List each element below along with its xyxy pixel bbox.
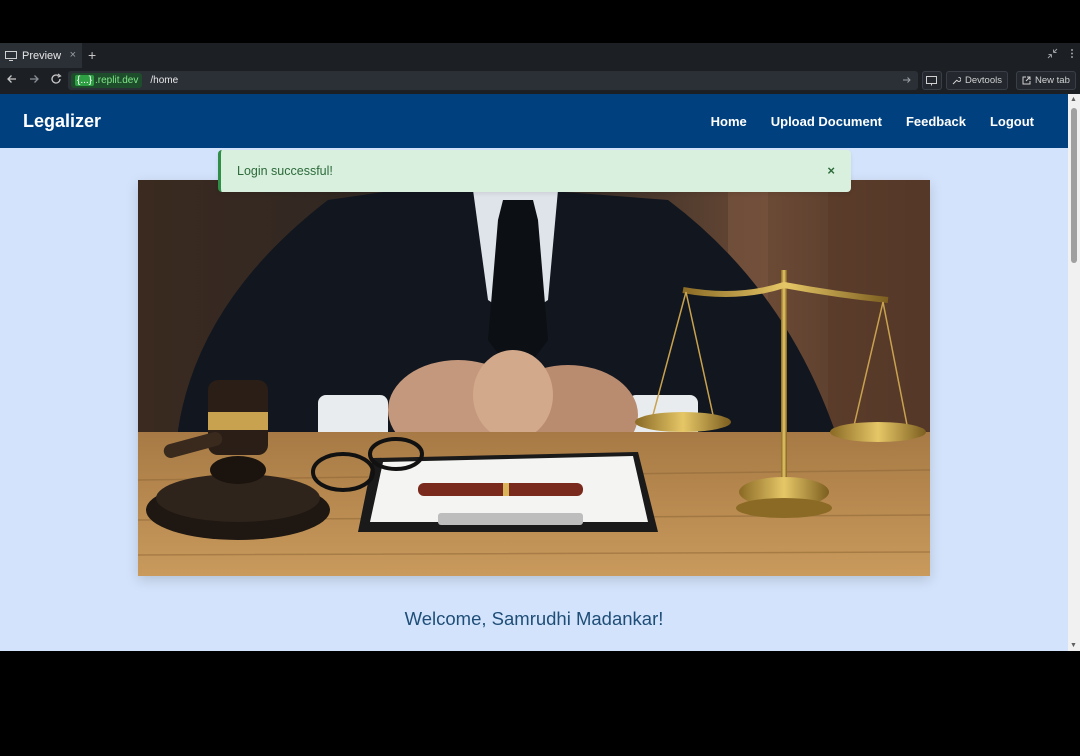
browser-urlbar: {...} .replit.dev /home Devtools New tab xyxy=(0,68,1080,94)
browser-tabbar: Preview × + xyxy=(0,43,1080,68)
page-scrollbar[interactable]: ▲ ▼ xyxy=(1068,94,1080,651)
host-name: .replit.dev xyxy=(95,75,139,86)
collapse-icon[interactable] xyxy=(1047,48,1058,59)
host-badge: {...} .replit.dev xyxy=(71,73,143,88)
screen-button[interactable] xyxy=(922,71,942,90)
go-arrow-icon[interactable] xyxy=(902,75,912,85)
nav-home[interactable]: Home xyxy=(711,114,747,129)
login-success-alert: Login successful! × xyxy=(218,150,851,192)
reload-icon[interactable] xyxy=(50,73,62,85)
app-navbar: Legalizer Home Upload Document Feedback … xyxy=(0,94,1068,148)
hero-image xyxy=(138,180,930,576)
tab-close-icon[interactable]: × xyxy=(70,49,76,61)
address-bar[interactable]: {...} .replit.dev /home xyxy=(68,71,918,90)
scroll-up-icon[interactable]: ▲ xyxy=(1070,96,1077,103)
host-prefix: {...} xyxy=(75,75,95,86)
new-tab-button[interactable]: New tab xyxy=(1016,71,1076,90)
back-arrow-icon[interactable] xyxy=(6,73,18,85)
new-tab-label: New tab xyxy=(1035,75,1070,86)
screen-icon xyxy=(926,75,937,85)
nav-feedback[interactable]: Feedback xyxy=(906,114,966,129)
monitor-icon xyxy=(5,50,17,61)
page-viewport: Legalizer Home Upload Document Feedback … xyxy=(0,94,1068,651)
alert-message: Login successful! xyxy=(237,164,333,178)
nav-logout[interactable]: Logout xyxy=(990,114,1034,129)
scroll-down-icon[interactable]: ▼ xyxy=(1070,642,1077,649)
external-link-icon xyxy=(1022,76,1031,85)
more-options-icon[interactable] xyxy=(1070,48,1074,59)
welcome-heading: Welcome, Samrudhi Madankar! xyxy=(404,608,664,629)
screen-bottom-border xyxy=(0,651,1080,756)
nav-upload-document[interactable]: Upload Document xyxy=(771,114,882,129)
devtools-label: Devtools xyxy=(965,75,1002,86)
devtools-button[interactable]: Devtools xyxy=(946,71,1008,90)
nav-links: Home Upload Document Feedback Logout xyxy=(711,114,1034,129)
brand-logo[interactable]: Legalizer xyxy=(23,111,101,132)
alert-close-icon[interactable]: × xyxy=(827,163,835,178)
scroll-thumb[interactable] xyxy=(1071,108,1077,263)
wrench-icon xyxy=(952,76,961,85)
tab-preview[interactable]: Preview × xyxy=(0,43,82,68)
url-path: /home xyxy=(150,75,179,86)
screen-top-border xyxy=(0,0,1080,43)
tab-label: Preview xyxy=(22,49,62,62)
lawyer-desk-illustration xyxy=(138,180,930,576)
forward-arrow-icon[interactable] xyxy=(28,73,40,85)
new-tab-plus-button[interactable]: + xyxy=(88,47,96,63)
